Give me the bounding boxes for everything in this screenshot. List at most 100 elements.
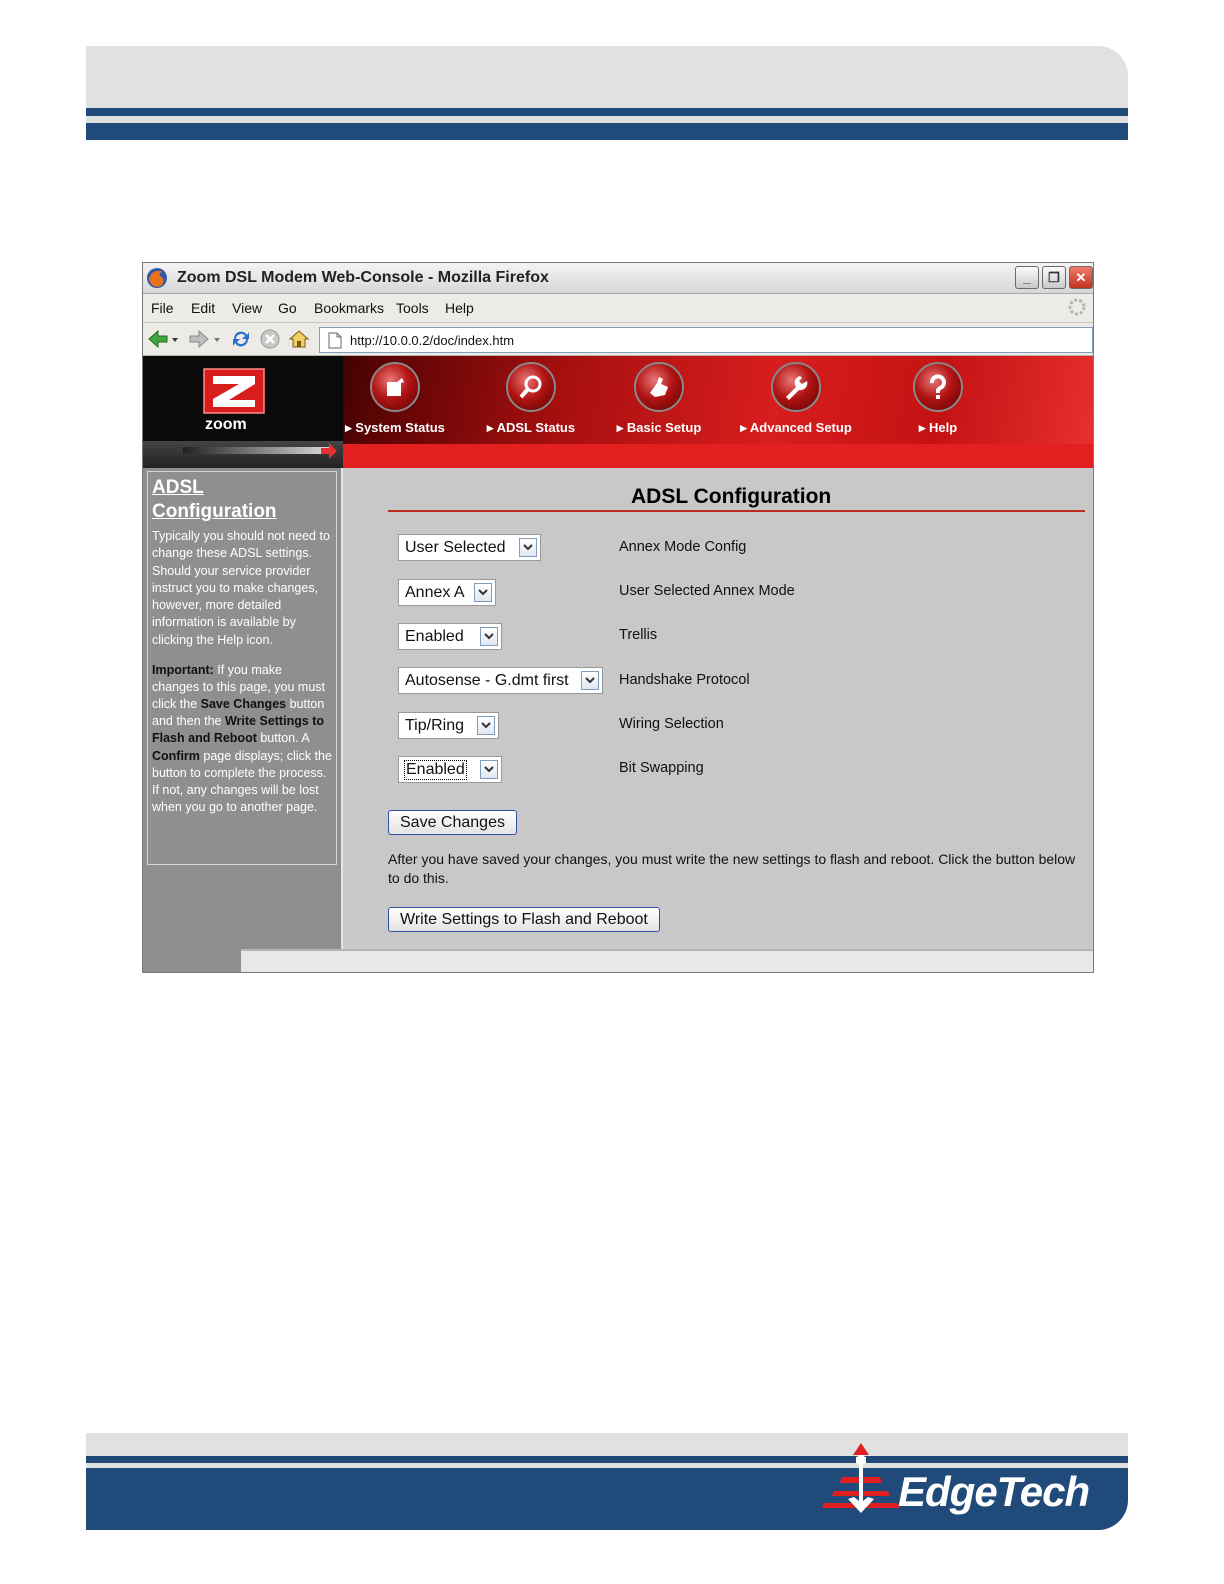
browser-window: Zoom DSL Modem Web-Console - Mozilla Fir… [142,262,1094,973]
menu-edit[interactable]: Edit [191,300,215,316]
reload-icon[interactable] [230,328,252,350]
zoom-logo-text: zoom [205,416,247,433]
nav-adsl-status[interactable]: ▸ ADSL Status [476,362,586,436]
important-text-3: button. A [256,731,310,746]
system-status-icon [370,362,420,412]
confirm-reference: Confirm [152,748,200,763]
nav-help-label: Help [928,420,958,435]
bit-swapping-select[interactable]: Enabled [398,756,502,783]
close-button[interactable]: ✕ [1069,266,1093,289]
user-selected-annex-mode-label: User Selected Annex Mode [619,583,795,599]
nav-marker: ▸ [345,420,352,435]
magnifier-icon [506,362,556,412]
annex-mode-config-label: Annex Mode Config [619,539,747,555]
nav-basic-setup[interactable]: ▸ Basic Setup [604,362,714,436]
sidebar-intro: Typically you should not need to change … [152,529,330,647]
restore-button[interactable]: ❐ [1042,266,1066,289]
save-changes-reference: Save Changes [200,697,287,712]
bit-swapping-label: Bit Swapping [619,760,704,776]
save-changes-button[interactable]: Save Changes [388,810,517,835]
chevron-down-icon[interactable] [581,671,599,690]
header-thick-stripe [86,123,1128,140]
window-title: Zoom DSL Modem Web-Console - Mozilla Fir… [177,269,549,286]
pointer-hand-icon [634,362,684,412]
activity-throbber-icon [1068,298,1086,316]
trellis-label: Trellis [619,627,658,643]
sidebar-title[interactable]: ADSL Configuration [152,476,332,524]
url-text[interactable]: http://10.0.0.2/doc/index.htm [350,333,514,348]
forward-arrow-icon[interactable] [188,328,210,350]
document-header-band [86,46,1128,140]
sidebar-help-box: ADSL Configuration Typically you should … [147,471,337,865]
firefox-icon [147,268,167,288]
menu-file[interactable]: File [151,300,174,316]
back-dropdown-icon[interactable] [170,328,180,350]
back-arrow-icon[interactable] [147,328,169,350]
nav-help[interactable]: ▸ Help [883,362,993,436]
edgetech-brand-text: EdgeTech [898,1468,1090,1515]
annex-mode-config-select[interactable]: User Selected [398,534,541,561]
minimize-button[interactable]: _ [1015,266,1039,289]
menu-bookmarks[interactable]: Bookmarks [314,300,384,316]
sidebar-important: Important: If you make changes to this p… [152,662,332,816]
user-selected-annex-mode-select[interactable]: Annex A [398,579,496,606]
nav-basic-setup-label: Basic Setup [626,420,702,435]
important-label: Important: [152,663,214,678]
forward-dropdown-icon[interactable] [212,328,222,350]
nav-marker: ▸ [486,420,494,435]
handshake-protocol-value: Autosense - G.dmt first [405,672,569,689]
wiring-selection-select[interactable]: Tip/Ring [398,712,499,739]
wrench-icon [771,362,821,412]
nav-marker: ▸ [918,420,926,435]
menu-tools[interactable]: Tools [396,300,429,316]
handshake-protocol-select[interactable]: Autosense - G.dmt first [398,667,603,694]
menu-go[interactable]: Go [278,300,297,316]
nav-advanced-setup[interactable]: ▸ Advanced Setup [731,362,861,436]
nav-system-status-label: System Status [355,420,445,435]
save-instructions: After you have saved your changes, you m… [388,851,1076,886]
address-bar[interactable]: http://10.0.0.2/doc/index.htm [319,327,1093,353]
menu-view[interactable]: View [232,300,262,316]
chevron-down-icon[interactable] [480,760,498,779]
title-bar[interactable]: Zoom DSL Modem Web-Console - Mozilla Fir… [143,263,1093,294]
bit-swapping-value: Enabled [404,760,467,780]
annex-mode-config-value: User Selected [405,539,506,556]
menu-help[interactable]: Help [445,300,474,316]
banner-arrow-strip [183,447,331,454]
document-footer-band: EdgeTech [86,1433,1128,1530]
wiring-selection-label: Wiring Selection [619,716,724,732]
write-settings-reboot-button[interactable]: Write Settings to Flash and Reboot [388,907,660,932]
trellis-value: Enabled [405,628,464,645]
question-icon [913,362,963,412]
home-icon[interactable] [288,328,310,350]
header-thin-stripe [86,108,1128,116]
nav-marker: ▸ [616,420,624,435]
chevron-down-icon[interactable] [477,716,495,735]
banner-red-strip [343,444,1093,468]
stop-icon[interactable] [259,328,281,350]
main-content: ADSL Configuration User Selected Annex M… [341,468,1093,949]
menu-bar: File Edit View Go Bookmarks Tools Help [143,294,1093,323]
navigation-toolbar: http://10.0.0.2/doc/index.htm [143,323,1093,356]
user-selected-annex-mode-value: Annex A [405,584,465,601]
handshake-protocol-label: Handshake Protocol [619,672,750,688]
sidebar: ADSL Configuration Typically you should … [143,468,341,972]
nav-system-status[interactable]: ▸ System Status [340,362,450,436]
page-icon [328,332,342,349]
wiring-selection-value: Tip/Ring [405,717,464,734]
zoom-banner: zoom ▸ System Status ▸ ADSL Status ▸ Bas… [143,356,1093,468]
page-bottom-area [241,949,1093,972]
chevron-down-icon[interactable] [519,538,537,557]
zoom-logo-icon [203,368,265,414]
right-arrow-icon [321,443,337,459]
chevron-down-icon[interactable] [480,627,498,646]
banner-grey-strip [143,441,343,468]
nav-adsl-status-label: ADSL Status [496,420,576,435]
nav-marker: ▸ [740,420,747,435]
sidebar-title-line1: ADSL [152,477,204,498]
title-rule [388,510,1085,512]
trellis-select[interactable]: Enabled [398,623,502,650]
chevron-down-icon[interactable] [474,583,492,602]
page-title: ADSL Configuration [631,485,832,508]
nav-advanced-setup-label: Advanced Setup [749,420,852,435]
